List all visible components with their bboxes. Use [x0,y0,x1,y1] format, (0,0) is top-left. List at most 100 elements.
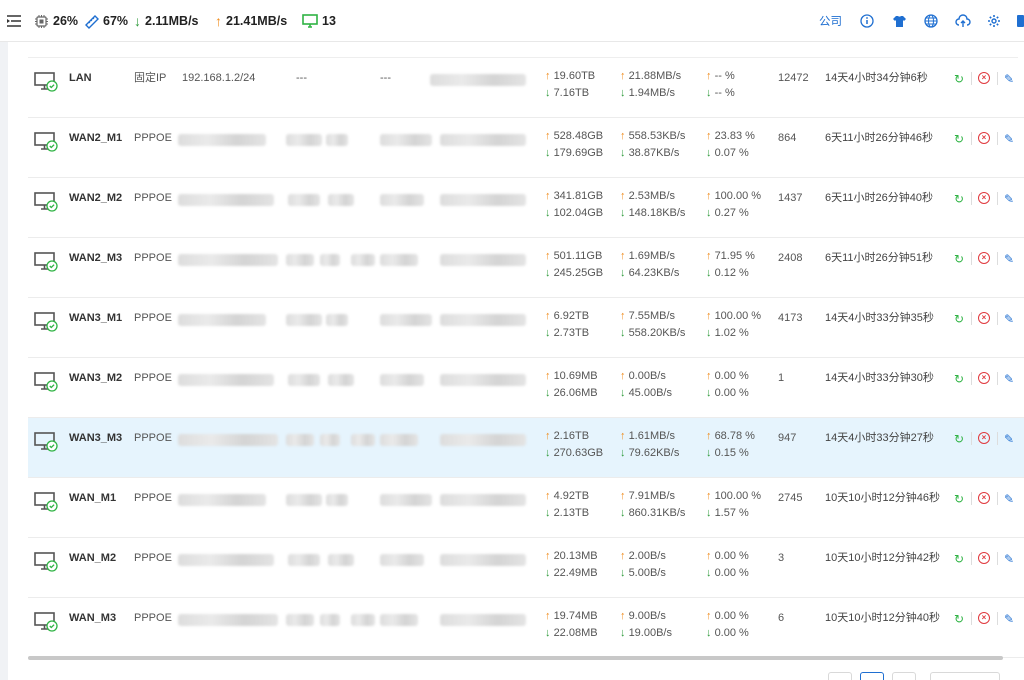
edit-icon[interactable]: ✎ [1004,252,1014,266]
company-link[interactable]: 公司 [819,0,842,42]
upload-percent: 68.78 % [714,430,755,442]
redacted-field [320,254,340,266]
monitor-online-icon [34,372,58,392]
more-icon[interactable] [1017,0,1024,42]
table-row[interactable]: WAN2_M2 PPPOE ↑ 341.81GB ↓ 102.04GB ↑ 2.53MB… [28,178,1024,238]
connection-count: 2745 [778,492,803,504]
download-rate: 5.00B/s [628,567,666,579]
divider [971,312,972,325]
menu-toggle-icon[interactable] [6,0,22,42]
arrow-down-icon: ↓ [706,567,712,579]
cloud-upload-icon[interactable] [955,0,971,42]
reconnect-icon[interactable]: ↻ [954,132,964,146]
reconnect-icon[interactable]: ↻ [954,252,964,266]
theme-shirt-icon[interactable] [892,0,907,42]
reconnect-icon[interactable]: ↻ [954,552,964,566]
traffic-total: ↑ 19.60TB ↓ 7.16TB [545,68,595,102]
traffic-rate: ↑ 9.00B/s ↓ 19.00B/s [620,608,672,642]
redacted-field [286,254,314,266]
disconnect-icon[interactable]: × [978,612,990,624]
divider [971,612,972,625]
divider [971,432,972,445]
redacted-field [178,254,278,266]
download-percent: 0.12 % [714,267,749,279]
upload-rate: 7.91MB/s [628,490,676,502]
disconnect-icon[interactable]: × [978,252,990,264]
table-row[interactable]: WAN3_M2 PPPOE ↑ 10.69MB ↓ 26.06MB ↑ 0.00B/s ↓… [28,358,1024,418]
edit-icon[interactable]: ✎ [1004,432,1014,446]
download-rate: 1.94MB/s [628,87,676,99]
disconnect-icon[interactable]: × [978,432,990,444]
arrow-up-icon: ↑ [706,430,712,442]
arrow-down-icon: ↓ [706,207,712,219]
upload-total: 20.13MB [553,550,598,562]
prev-page-button[interactable] [828,672,852,680]
arrow-up-icon: ↑ [706,610,712,622]
redacted-field [440,254,526,266]
traffic-total: ↑ 19.74MB ↓ 22.08MB [545,608,598,642]
edit-icon[interactable]: ✎ [1004,72,1014,86]
gateway: --- [296,72,307,84]
divider [971,132,972,145]
reconnect-icon[interactable]: ↻ [954,372,964,386]
current-page-button[interactable] [860,672,884,680]
edit-icon[interactable]: ✎ [1004,372,1014,386]
globe-icon[interactable] [924,0,938,42]
reconnect-icon[interactable]: ↻ [954,432,964,446]
disconnect-icon[interactable]: × [978,132,990,144]
disconnect-icon[interactable]: × [978,492,990,504]
edit-icon[interactable]: ✎ [1004,612,1014,626]
memory-icon [85,14,99,29]
edit-icon[interactable]: ✎ [1004,192,1014,206]
settings-gear-icon[interactable] [987,0,1001,42]
divider [971,552,972,565]
disconnect-icon[interactable]: × [978,372,990,384]
table-row[interactable]: WAN_M2 PPPOE ↑ 20.13MB ↓ 22.49MB ↑ 2.00B/s ↓ … [28,538,1024,598]
monitor-online-icon [34,72,58,92]
arrow-up-icon: ↑ [706,250,712,262]
table-row[interactable]: LAN 固定IP 192.168.1.2/24 --- --- ↑ 19.60TB ↓ 7.… [28,58,1024,118]
info-icon[interactable] [860,0,874,42]
divider [997,252,998,265]
arrow-up-icon: ↑ [620,130,626,142]
next-page-button[interactable] [892,672,916,680]
connection-type: PPPOE [134,132,172,144]
redacted-field [320,434,340,446]
arrow-down-icon: ↓ [545,147,551,159]
redacted-field [380,554,424,566]
upload-total: 10.69MB [553,370,598,382]
edit-icon[interactable]: ✎ [1004,312,1014,326]
arrow-up-icon: ↑ [620,310,626,322]
disconnect-icon[interactable]: × [978,72,990,84]
table-row[interactable]: WAN2_M3 PPPOE ↑ 501.11GB ↓ 245.25GB ↑ 1.69MB… [28,238,1024,298]
memory-usage: 67% [84,0,128,42]
upload-rate: 2.00B/s [628,550,666,562]
reconnect-icon[interactable]: ↻ [954,312,964,326]
table-row[interactable]: WAN_M1 PPPOE ↑ 4.92TB ↓ 2.13TB ↑ 7.91MB/s ↓ 8… [28,478,1024,538]
reconnect-icon[interactable]: ↻ [954,72,964,86]
edit-icon[interactable]: ✎ [1004,492,1014,506]
redacted-field [440,374,526,386]
redacted-field [440,614,526,626]
disconnect-icon[interactable]: × [978,192,990,204]
disconnect-icon[interactable]: × [978,312,990,324]
disconnect-icon[interactable]: × [978,552,990,564]
edit-icon[interactable]: ✎ [1004,132,1014,146]
reconnect-icon[interactable]: ↻ [954,612,964,626]
monitor-icon [302,14,318,28]
table-row[interactable]: WAN_M3 PPPOE ↑ 19.74MB ↓ 22.08MB ↑ 9.00B/s ↓ … [28,598,1024,658]
table-row[interactable]: WAN2_M1 PPPOE ↑ 528.48GB ↓ 179.69GB ↑ 558.53… [28,118,1024,178]
upload-percent: 71.95 % [714,250,755,262]
page-size-select[interactable] [930,672,1000,680]
reconnect-icon[interactable]: ↻ [954,492,964,506]
edit-icon[interactable]: ✎ [1004,552,1014,566]
horizontal-scrollbar[interactable] [28,656,1003,660]
reconnect-icon[interactable]: ↻ [954,192,964,206]
upload-speed: ↑ 21.41MB/s [215,0,287,42]
table-row[interactable]: WAN3_M3 PPPOE ↑ 2.16TB ↓ 270.63GB ↑ 1.61MB/s… [28,418,1024,478]
connection-count: 2408 [778,252,803,264]
interface-name: WAN3_M2 [69,372,123,384]
redacted-field [326,134,348,146]
connection-type: PPPOE [134,372,172,384]
table-row[interactable]: WAN3_M1 PPPOE ↑ 6.92TB ↓ 2.73TB ↑ 7.55MB/s ↓ … [28,298,1024,358]
